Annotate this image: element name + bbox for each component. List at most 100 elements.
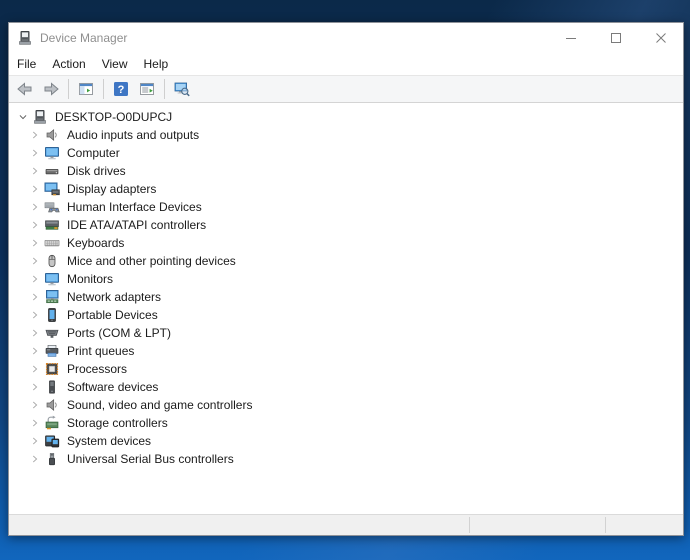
chevron-right-icon[interactable] [27, 451, 43, 467]
chevron-right-icon[interactable] [27, 289, 43, 305]
chevron-right-icon[interactable] [27, 163, 43, 179]
tree-item-ports-com-lpt[interactable]: Ports (COM & LPT) [9, 324, 683, 342]
menu-item-view[interactable]: View [94, 54, 136, 75]
maximize-button[interactable] [593, 23, 638, 53]
tree-item-audio-inputs-and-outputs[interactable]: Audio inputs and outputs [9, 126, 683, 144]
tree-item-label: Display adapters [67, 182, 156, 196]
tree-item-universal-serial-bus-controllers[interactable]: Universal Serial Bus controllers [9, 450, 683, 468]
show-hide-console-tree-icon [77, 81, 95, 97]
tree-item-computer[interactable]: Computer [9, 144, 683, 162]
speaker-icon [44, 397, 60, 413]
toolbar-button-help[interactable]: ? [108, 77, 134, 101]
tree-item-label: Human Interface Devices [67, 200, 202, 214]
tree-item-portable-devices[interactable]: Portable Devices [9, 306, 683, 324]
status-bar [9, 514, 683, 535]
tree-item-label: Storage controllers [67, 416, 168, 430]
toolbar-button-back[interactable] [12, 77, 38, 101]
chevron-right-icon[interactable] [27, 343, 43, 359]
chevron-right-icon[interactable] [27, 127, 43, 143]
toolbar-separator [68, 79, 69, 99]
tree-item-label: Sound, video and game controllers [67, 398, 252, 412]
tree-item-keyboards[interactable]: Keyboards [9, 234, 683, 252]
chevron-right-icon[interactable] [27, 379, 43, 395]
tree-item-display-adapters[interactable]: Display adapters [9, 180, 683, 198]
chevron-right-icon[interactable] [27, 325, 43, 341]
menu-bar: FileActionViewHelp [9, 53, 683, 75]
help-icon: ? [112, 81, 130, 97]
storage-controller-icon [44, 415, 60, 431]
tree-item-processors[interactable]: Processors [9, 360, 683, 378]
chevron-right-icon[interactable] [27, 433, 43, 449]
tree-item-label: Portable Devices [67, 308, 158, 322]
tree-item-label: Software devices [67, 380, 158, 394]
computer-device-icon [32, 109, 48, 125]
status-bar-separator [469, 517, 470, 533]
tree-item-mice-and-other-pointing-devices[interactable]: Mice and other pointing devices [9, 252, 683, 270]
keyboard-icon [44, 235, 60, 251]
device-manager-app-icon [17, 30, 33, 46]
printer-icon [44, 343, 60, 359]
back-icon [16, 81, 34, 97]
forward-icon [42, 81, 60, 97]
minimize-button[interactable] [548, 23, 593, 53]
menu-item-help[interactable]: Help [136, 54, 177, 75]
maximize-icon [611, 33, 621, 43]
svg-text:?: ? [118, 84, 125, 96]
window-controls [548, 23, 683, 53]
software-device-icon [44, 379, 60, 395]
ide-controller-icon [44, 217, 60, 233]
toolbar-button-show-hide-console-tree[interactable] [73, 77, 99, 101]
tree-item-label: Monitors [67, 272, 113, 286]
chevron-right-icon[interactable] [27, 199, 43, 215]
close-button[interactable] [638, 23, 683, 53]
device-manager-window: Device Manager FileActionViewHelp ? DESK… [8, 22, 684, 536]
title-bar[interactable]: Device Manager [9, 23, 683, 53]
tree-item-sound-video-and-game-controllers[interactable]: Sound, video and game controllers [9, 396, 683, 414]
chevron-right-icon[interactable] [27, 235, 43, 251]
chevron-right-icon[interactable] [27, 415, 43, 431]
tree-item-monitors[interactable]: Monitors [9, 270, 683, 288]
toolbar-button-properties[interactable] [134, 77, 160, 101]
tree-item-network-adapters[interactable]: Network adapters [9, 288, 683, 306]
tree-item-storage-controllers[interactable]: Storage controllers [9, 414, 683, 432]
chevron-down-icon[interactable] [15, 109, 31, 125]
tree-item-ide-ata-atapi-controllers[interactable]: IDE ATA/ATAPI controllers [9, 216, 683, 234]
display-adapter-icon [44, 181, 60, 197]
tree-item-label: Ports (COM & LPT) [67, 326, 171, 340]
tree-item-print-queues[interactable]: Print queues [9, 342, 683, 360]
menu-item-file[interactable]: File [9, 54, 44, 75]
tree-item-human-interface-devices[interactable]: Human Interface Devices [9, 198, 683, 216]
portable-device-icon [44, 307, 60, 323]
chevron-right-icon[interactable] [27, 361, 43, 377]
status-bar-separator [605, 517, 606, 533]
tree-item-label: Disk drives [67, 164, 126, 178]
tree-item-label: Keyboards [67, 236, 124, 250]
tree-item-label: Mice and other pointing devices [67, 254, 236, 268]
toolbar-button-forward[interactable] [38, 77, 64, 101]
tree-root-desktop-o0dupcj[interactable]: DESKTOP-O0DUPCJ [9, 108, 683, 126]
chevron-right-icon[interactable] [27, 397, 43, 413]
mouse-icon [44, 253, 60, 269]
device-tree[interactable]: DESKTOP-O0DUPCJ Audio inputs and outputs C… [9, 103, 683, 514]
toolbar-button-scan-hardware-changes[interactable] [169, 77, 195, 101]
tree-item-system-devices[interactable]: System devices [9, 432, 683, 450]
tree-item-label: Audio inputs and outputs [67, 128, 199, 142]
tree-item-software-devices[interactable]: Software devices [9, 378, 683, 396]
chevron-right-icon[interactable] [27, 307, 43, 323]
chevron-right-icon[interactable] [27, 181, 43, 197]
speaker-icon [44, 127, 60, 143]
tree-item-label: Print queues [67, 344, 134, 358]
usb-icon [44, 451, 60, 467]
hid-icon [44, 199, 60, 215]
chevron-right-icon[interactable] [27, 217, 43, 233]
window-title: Device Manager [40, 31, 127, 45]
desktop-background: Device Manager FileActionViewHelp ? DESK… [0, 0, 690, 560]
chevron-right-icon[interactable] [27, 271, 43, 287]
chevron-right-icon[interactable] [27, 145, 43, 161]
chevron-right-icon[interactable] [27, 253, 43, 269]
menu-item-action[interactable]: Action [44, 54, 93, 75]
tree-item-label: Universal Serial Bus controllers [67, 452, 234, 466]
tree-item-label: Computer [67, 146, 120, 160]
disk-drive-icon [44, 163, 60, 179]
tree-item-disk-drives[interactable]: Disk drives [9, 162, 683, 180]
